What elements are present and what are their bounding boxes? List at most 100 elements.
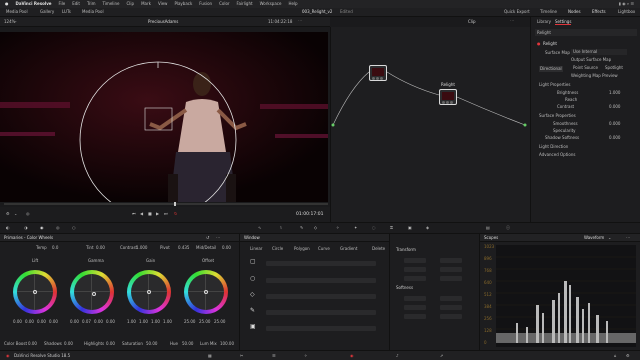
directional-button[interactable]: Directional [539, 66, 563, 72]
chevron-down-icon[interactable]: ⌄ [14, 212, 17, 216]
menu-trim[interactable]: Trim [87, 2, 96, 6]
polygon-window-row[interactable] [266, 294, 376, 299]
lift-g[interactable]: 0.00 [37, 320, 46, 324]
point-source-button[interactable]: Point Source [573, 66, 598, 70]
options-icon[interactable]: ⋯ [216, 236, 220, 240]
magic-mask-icon[interactable]: ✦ [354, 226, 357, 230]
tint-value[interactable]: 0.00 [96, 246, 105, 250]
linear-tool[interactable]: Linear [250, 247, 262, 251]
transform-aspect-field[interactable] [440, 258, 462, 263]
deliver-page-icon[interactable]: ➚ [440, 354, 443, 358]
scope-options-icon[interactable]: ⋯ [626, 236, 630, 240]
gamma-y[interactable]: 0.00 [70, 320, 79, 324]
camera-raw-icon[interactable]: ◐ [6, 226, 10, 230]
menu-help[interactable]: Help [288, 2, 297, 6]
lift-wheel[interactable] [13, 270, 57, 314]
inside-field[interactable] [404, 314, 426, 319]
polygon-tool[interactable]: Polygon [294, 247, 310, 251]
gain-r[interactable]: 1.00 [139, 320, 148, 324]
blur-icon[interactable]: ◌ [372, 226, 376, 230]
saturation-value[interactable]: 50.00 [146, 342, 157, 346]
menu-fairlight[interactable]: Fairlight [237, 2, 253, 6]
output-surface-map-checkbox[interactable]: Output Surface Map [571, 58, 611, 62]
menu-clip[interactable]: Clip [127, 2, 135, 6]
circle-window-icon[interactable]: ○ [250, 276, 255, 282]
quick-export-button[interactable]: Quick Export [504, 10, 530, 14]
luts-tab[interactable]: LUTs [62, 10, 71, 14]
curve-tool[interactable]: Curve [318, 247, 330, 251]
scrubber-playhead[interactable] [174, 202, 176, 206]
gamma-puck[interactable] [92, 292, 96, 296]
nodes-tab[interactable]: Nodes [568, 10, 581, 14]
shadow-softness-value[interactable]: 0.000 [609, 136, 620, 140]
brightness-value[interactable]: 1.000 [609, 91, 620, 95]
lift-puck[interactable] [33, 290, 37, 294]
timeline-tab[interactable]: Timeline [540, 10, 557, 14]
apple-icon[interactable]: ● [5, 2, 9, 6]
video-viewer[interactable] [0, 32, 328, 202]
curves-icon[interactable]: ∿ [258, 226, 261, 230]
highlights-value[interactable]: 0.00 [106, 342, 115, 346]
rewind-icon[interactable]: ◀ [140, 212, 143, 216]
gamma-wheel[interactable] [70, 270, 114, 314]
media-pool-2-tab[interactable]: Media Pool [82, 10, 104, 14]
menu-file[interactable]: File [59, 2, 66, 6]
color-page-icon[interactable]: ◉ [350, 354, 354, 358]
soft4-field[interactable] [440, 305, 462, 310]
home-icon[interactable]: ⌂ [614, 354, 617, 358]
surface-map-dropdown[interactable]: Use Internal [571, 49, 627, 55]
hue-value[interactable]: 50.00 [182, 342, 193, 346]
color-wheels-icon[interactable]: ◉ [40, 226, 44, 230]
soft1-field[interactable] [404, 296, 426, 301]
skip-back-icon[interactable]: ⏮ [132, 212, 136, 216]
gamma-r[interactable]: 0.07 [82, 320, 91, 324]
key-icon[interactable]: ⚿ [390, 226, 393, 230]
settings-gear-icon[interactable]: ⚙ [626, 354, 630, 358]
middetail-value[interactable]: 0.00 [222, 246, 231, 250]
offset-g[interactable]: 25.00 [199, 320, 210, 324]
cut-page-icon[interactable]: ✂ [240, 354, 243, 358]
spotlight-button[interactable]: Spotlight [605, 66, 623, 70]
tracker-icon[interactable]: ✧ [336, 226, 339, 230]
stop-icon[interactable]: ■ [148, 212, 152, 216]
gain-puck[interactable] [147, 290, 151, 294]
menu-workspace[interactable]: Workspace [260, 2, 282, 6]
reset-icon[interactable]: ↺ [206, 236, 209, 240]
info-icon[interactable]: ⓘ [506, 226, 510, 230]
gradient-window-row[interactable] [266, 326, 376, 331]
node-editor[interactable]: Relight [330, 27, 530, 222]
scopes-icon[interactable]: ▤ [486, 226, 490, 230]
transform-rotate-field[interactable] [404, 276, 426, 281]
media-pool-tab[interactable]: Media Pool [6, 10, 28, 14]
scope-type-selector[interactable]: Waveform [584, 236, 604, 240]
square-window-row[interactable] [266, 261, 376, 266]
settings-icon[interactable]: ⚙ [6, 212, 10, 216]
curve-window-row[interactable] [266, 310, 376, 315]
transform-tilt-field[interactable] [440, 267, 462, 272]
transform-size-field[interactable] [404, 258, 426, 263]
menu-mark[interactable]: Mark [141, 2, 151, 6]
node-options-icon[interactable]: ⋯ [510, 19, 514, 23]
fusion-page-icon[interactable]: ✧ [304, 354, 307, 358]
settings-tab[interactable]: Settings [555, 20, 572, 25]
color-boost-value[interactable]: 0.00 [28, 342, 37, 346]
window-icon[interactable]: ◇ [314, 226, 317, 230]
qualifier-icon[interactable]: ✎ [300, 226, 303, 230]
weighting-map-preview-checkbox[interactable]: Weighting Map Preview [571, 74, 618, 78]
soft2-field[interactable] [404, 305, 426, 310]
node-01[interactable] [369, 65, 387, 81]
transform-opacity-field[interactable] [440, 276, 462, 281]
outside-field[interactable] [440, 314, 462, 319]
lift-y[interactable]: 0.00 [13, 320, 22, 324]
delete-button[interactable]: Delete [372, 247, 385, 251]
play-icon[interactable]: ▶ [156, 212, 159, 216]
lightbox-tab[interactable]: Lightbox [618, 10, 635, 14]
offset-puck[interactable] [204, 290, 208, 294]
offset-b[interactable]: 25.00 [214, 320, 225, 324]
effect-search[interactable]: Relight [535, 29, 637, 36]
gain-y[interactable]: 1.00 [127, 320, 136, 324]
menu-playback[interactable]: Playback [174, 2, 192, 6]
circle-tool[interactable]: Circle [272, 247, 283, 251]
gain-g[interactable]: 1.00 [151, 320, 160, 324]
menu-color[interactable]: Color [219, 2, 229, 6]
